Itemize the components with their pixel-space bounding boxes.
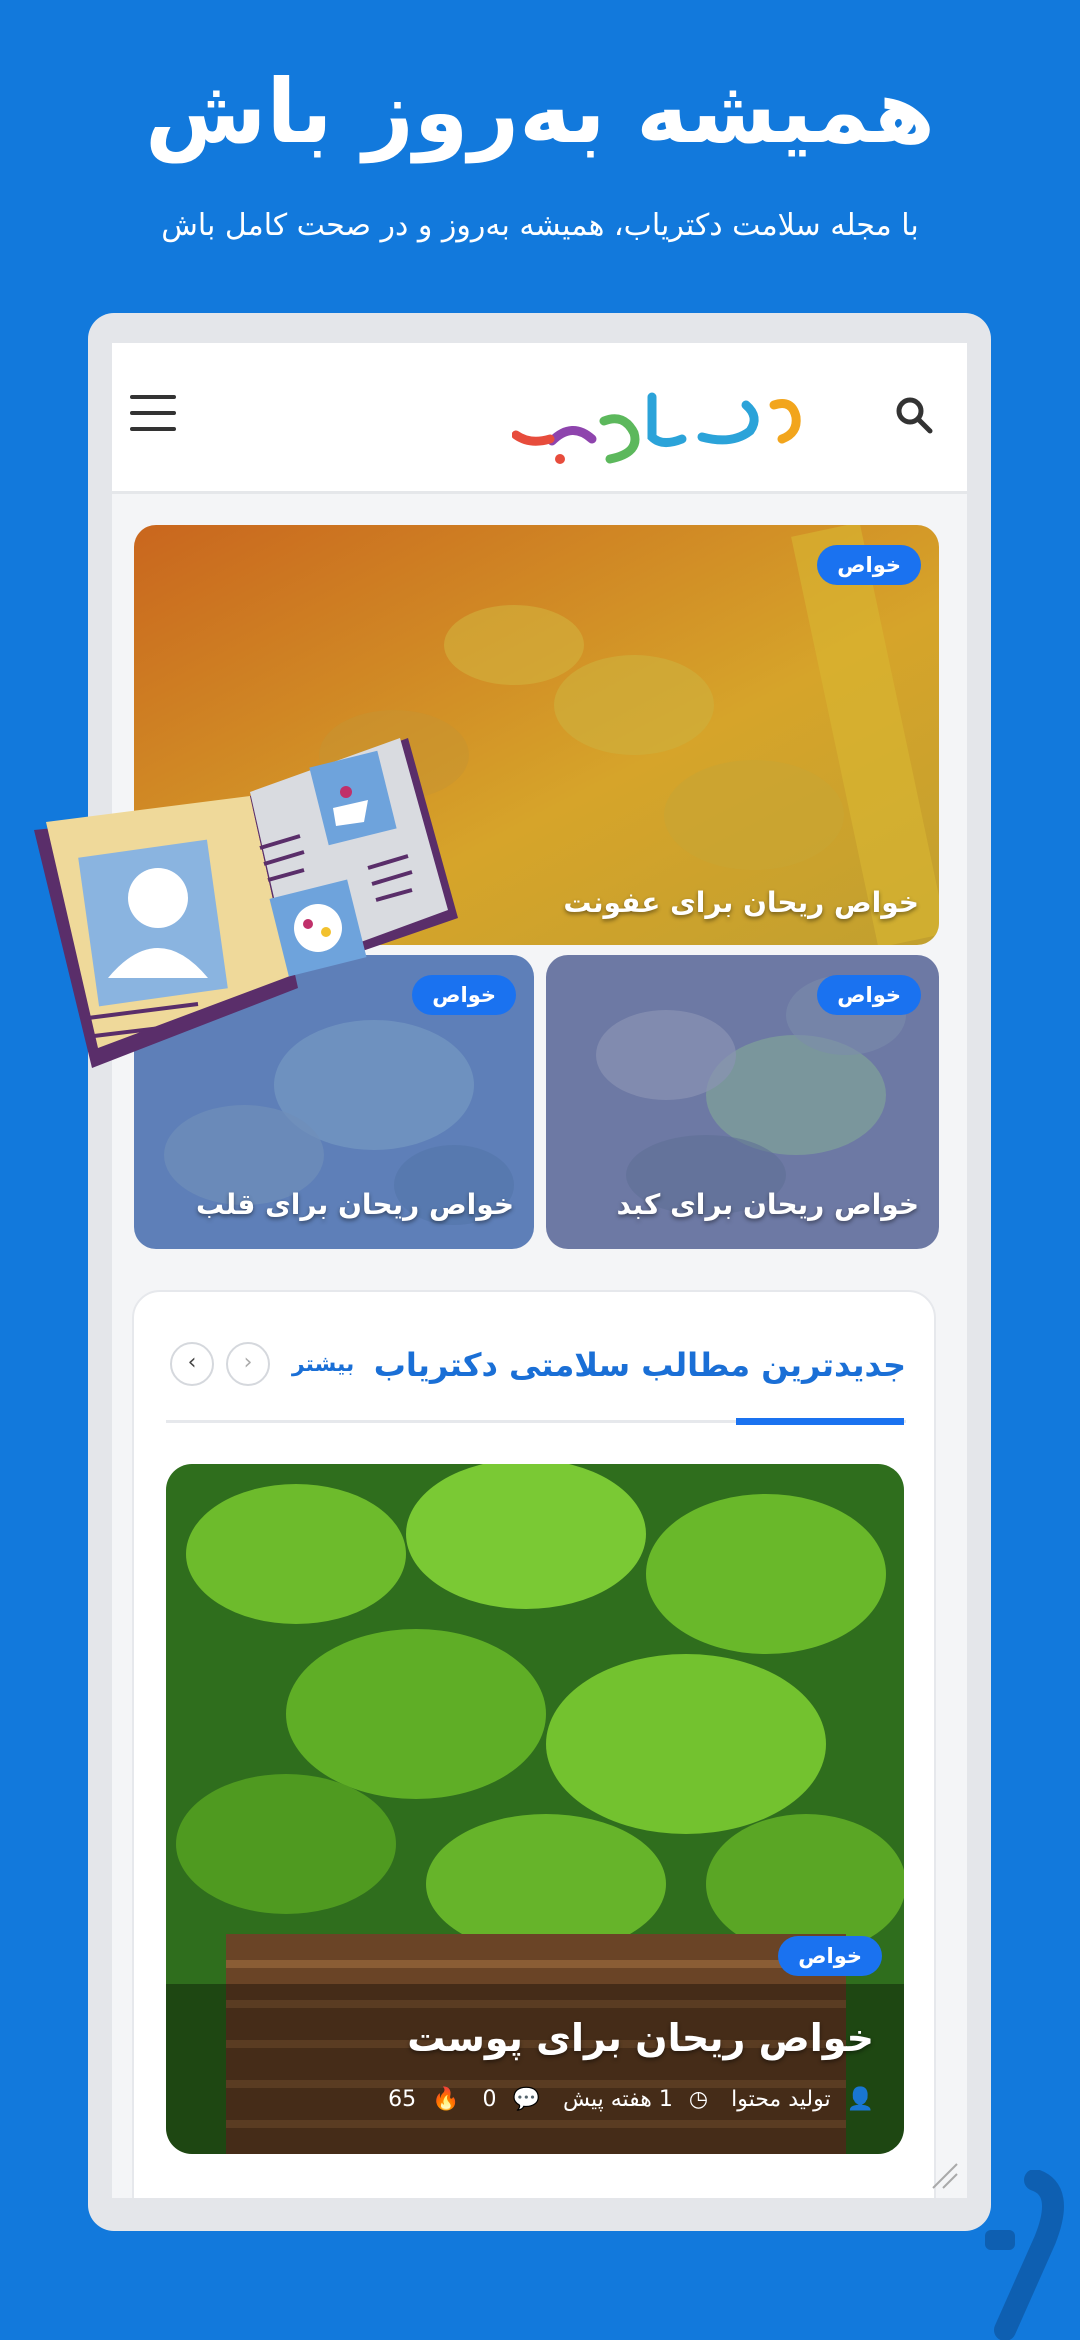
article-title[interactable]: خواص ریحان برای قلب	[196, 1188, 514, 1221]
chevron-right-icon[interactable]: ›	[226, 1342, 270, 1386]
logo[interactable]	[512, 377, 812, 467]
article-meta: 👤 تولید محتوا ◷ 1 هفته پیش 💬 0 🔥 65	[372, 2087, 874, 2112]
chevron-left-icon[interactable]: ‹	[170, 1342, 214, 1386]
article-title[interactable]: خواص ریحان برای عفونت	[563, 886, 919, 919]
article-title[interactable]: خواص ریحان برای کبد	[616, 1188, 919, 1221]
section-title: جدیدترین مطالب سلامتی دکتریاب	[373, 1346, 906, 1384]
publish-time: 1 هفته پیش	[562, 2087, 673, 2112]
resize-handle-icon	[932, 2163, 958, 2189]
category-badge[interactable]: خواص	[778, 1936, 882, 1976]
user-icon: 👤	[846, 2087, 874, 2112]
clock-icon: ◷	[688, 2087, 709, 2112]
category-badge[interactable]: خواص	[817, 975, 921, 1015]
fire-icon: 🔥	[432, 2087, 460, 2112]
next-article-preview[interactable]	[166, 2192, 904, 2198]
magazine-illustration	[34, 738, 458, 1068]
view-count: 65	[388, 2087, 417, 2112]
search-icon[interactable]	[894, 395, 934, 435]
top-bar	[112, 343, 967, 494]
comments-icon: 💬	[512, 2087, 540, 2112]
featured-card-2[interactable]: خواص خواص ریحان برای کبد	[546, 955, 939, 1249]
promo-subline: با مجله سلامت دکتریاب، همیشه به‌روز و در…	[161, 208, 919, 243]
article-card[interactable]: خواص خواص ریحان برای پوست 👤 تولید محتوا ◷…	[166, 1464, 904, 2154]
article-title[interactable]: خواص ریحان برای پوست	[407, 2016, 874, 2060]
promo-headline: همیشه به‌روز باش	[144, 60, 936, 163]
store-watermark-icon	[985, 2170, 1064, 2340]
hamburger-icon[interactable]	[130, 395, 176, 435]
title-underline	[736, 1418, 904, 1425]
app-screen: خواص خواص ریحان برای عفونت خواص خواص ریح…	[112, 343, 967, 2198]
comment-count: 0	[482, 2087, 497, 2112]
category-badge[interactable]: خواص	[817, 545, 921, 585]
more-link[interactable]: بیشتر	[292, 1352, 354, 1377]
author: تولید محتوا	[731, 2087, 831, 2112]
latest-section: جدیدترین مطالب سلامتی دکتریاب بیشتر › ‹ …	[132, 1290, 936, 2198]
